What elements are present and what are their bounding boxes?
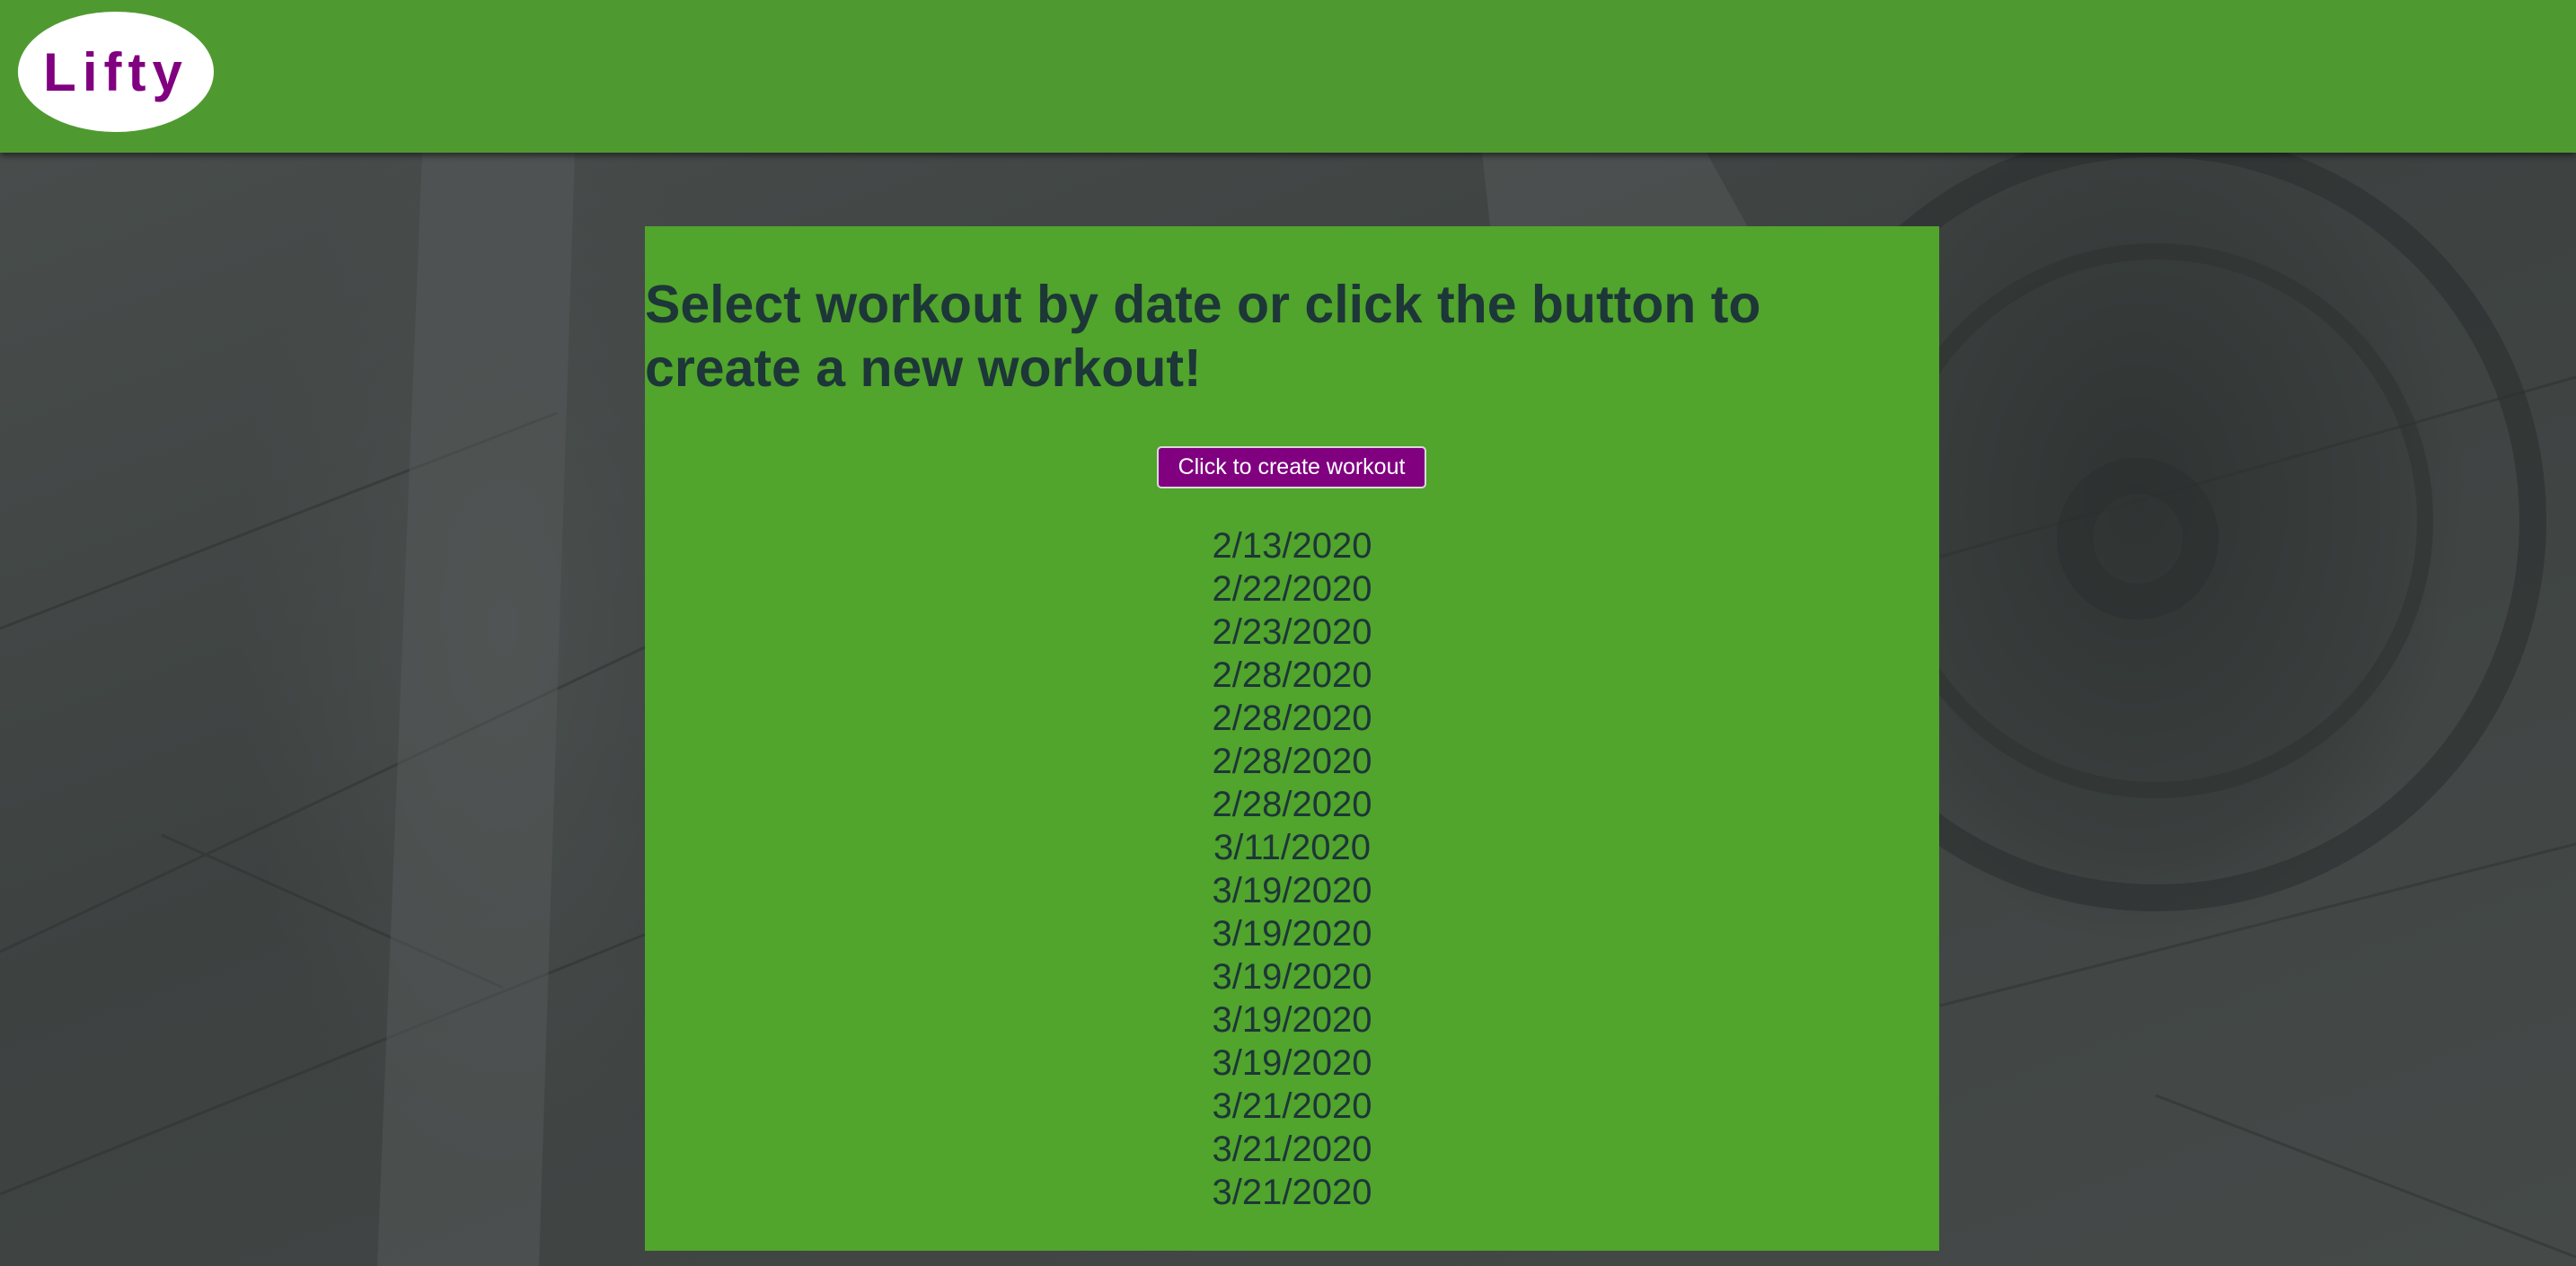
- workout-date-item[interactable]: 2/22/2020: [645, 567, 1939, 611]
- workout-date-item[interactable]: 2/28/2020: [645, 697, 1939, 740]
- workout-date-item[interactable]: 3/21/2020: [645, 1085, 1939, 1128]
- lifty-logo[interactable]: Lifty: [18, 12, 214, 132]
- workout-date-list: 2/13/2020 2/22/2020 2/23/2020 2/28/2020 2/28…: [645, 524, 1939, 1214]
- workout-date-item[interactable]: 3/19/2020: [645, 955, 1939, 998]
- page-heading: Select workout by date or click the butt…: [645, 275, 1761, 398]
- workout-date-item[interactable]: 2/28/2020: [645, 783, 1939, 826]
- workout-date-item[interactable]: 3/21/2020: [645, 1128, 1939, 1171]
- workout-date-item[interactable]: 2/28/2020: [645, 740, 1939, 783]
- workout-date-item[interactable]: 3/19/2020: [645, 1042, 1939, 1085]
- workout-date-item[interactable]: 2/13/2020: [645, 524, 1939, 567]
- workout-date-item[interactable]: 3/19/2020: [645, 998, 1939, 1042]
- workout-date-item[interactable]: 3/19/2020: [645, 869, 1939, 912]
- navbar: Lifty: [0, 0, 2576, 153]
- workout-panel: Select workout by date or click the butt…: [645, 226, 1939, 1251]
- create-workout-button[interactable]: Click to create workout: [1157, 446, 1426, 488]
- workout-date-item[interactable]: 3/19/2020: [645, 912, 1939, 955]
- workout-date-item[interactable]: 3/11/2020: [645, 826, 1939, 869]
- workout-date-item[interactable]: 3/21/2020: [645, 1171, 1939, 1214]
- workout-date-item[interactable]: 2/23/2020: [645, 611, 1939, 654]
- workout-date-item[interactable]: 2/28/2020: [645, 654, 1939, 697]
